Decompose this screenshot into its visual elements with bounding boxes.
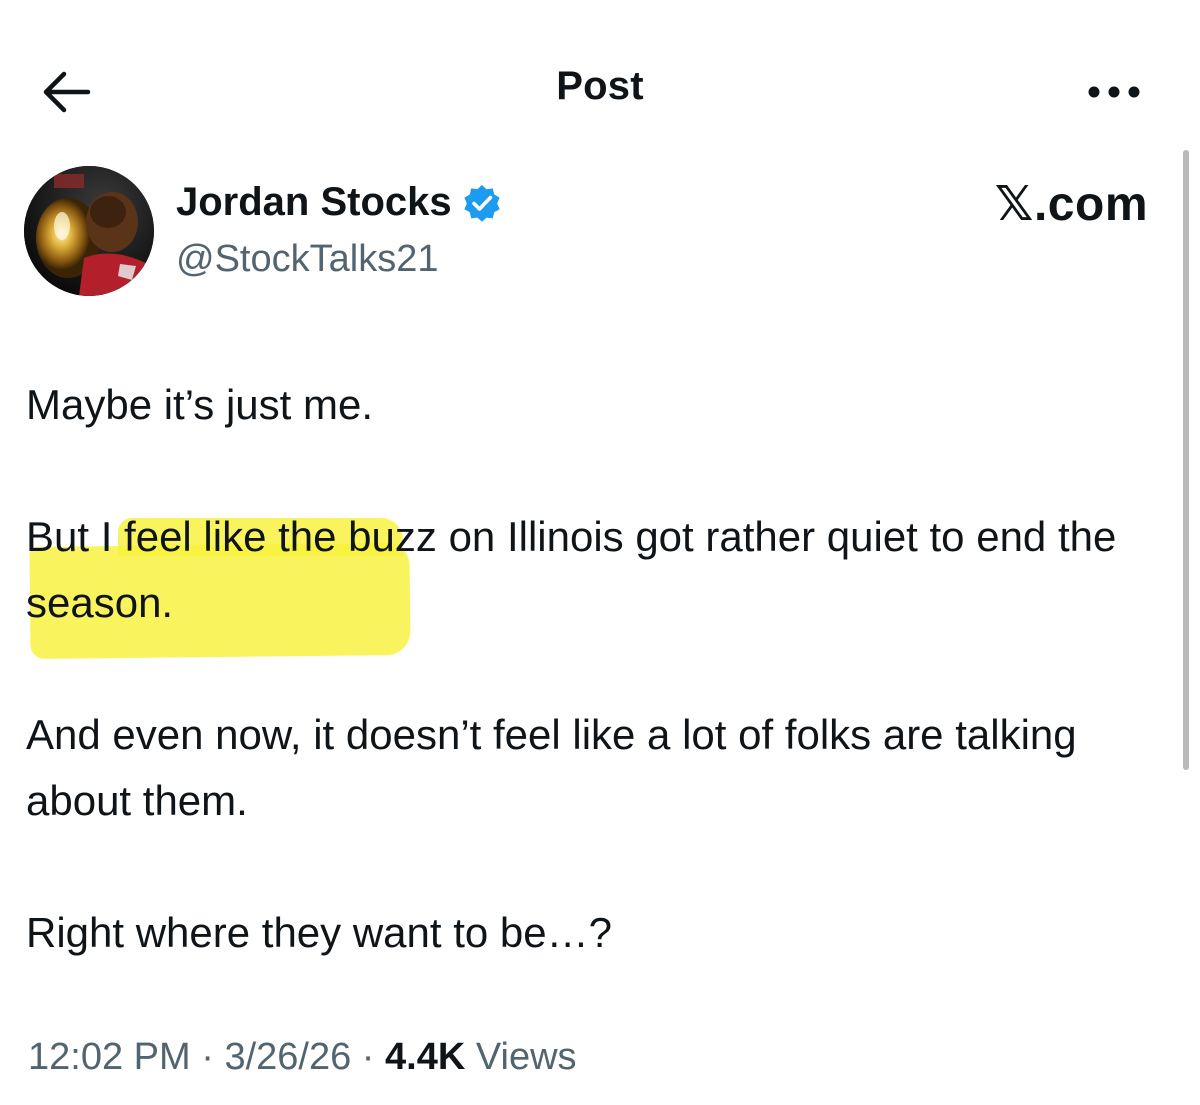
post-paragraph: Right where they want to be…?	[26, 909, 612, 956]
author-name-row[interactable]: Jordan Stocks	[176, 180, 502, 225]
verified-badge-icon	[464, 184, 500, 222]
brand-label: 𝕏.com	[994, 178, 1148, 231]
author-display-name[interactable]: Jordan Stocks	[176, 180, 452, 225]
ellipsis-icon	[1088, 86, 1140, 98]
views-label: Views	[475, 1036, 577, 1078]
post-paragraph: Maybe it’s just me.	[26, 381, 374, 428]
scrollbar[interactable]	[1183, 150, 1189, 770]
post-body: Maybe it’s just me. But I feel like the …	[26, 372, 1156, 966]
post-paragraph: And even now, it doesn’t feel like a lot…	[26, 711, 1077, 824]
post-meta: 12:02 PM · 3/26/26 · 4.4K Views	[28, 1036, 577, 1079]
post-paragraph: But I feel like the buzz on Illinois got…	[26, 513, 1117, 626]
meta-separator: ·	[190, 1036, 225, 1078]
page-title: Post	[556, 64, 644, 108]
meta-separator: ·	[351, 1036, 386, 1078]
post-date[interactable]: 3/26/26	[224, 1036, 351, 1078]
avatar-image	[24, 166, 154, 296]
views-count: 4.4K	[385, 1036, 466, 1078]
avatar[interactable]	[24, 166, 154, 296]
author-handle[interactable]: @StockTalks21	[176, 238, 438, 281]
post-time[interactable]: 12:02 PM	[28, 1036, 191, 1078]
more-options-button[interactable]	[1084, 80, 1144, 104]
